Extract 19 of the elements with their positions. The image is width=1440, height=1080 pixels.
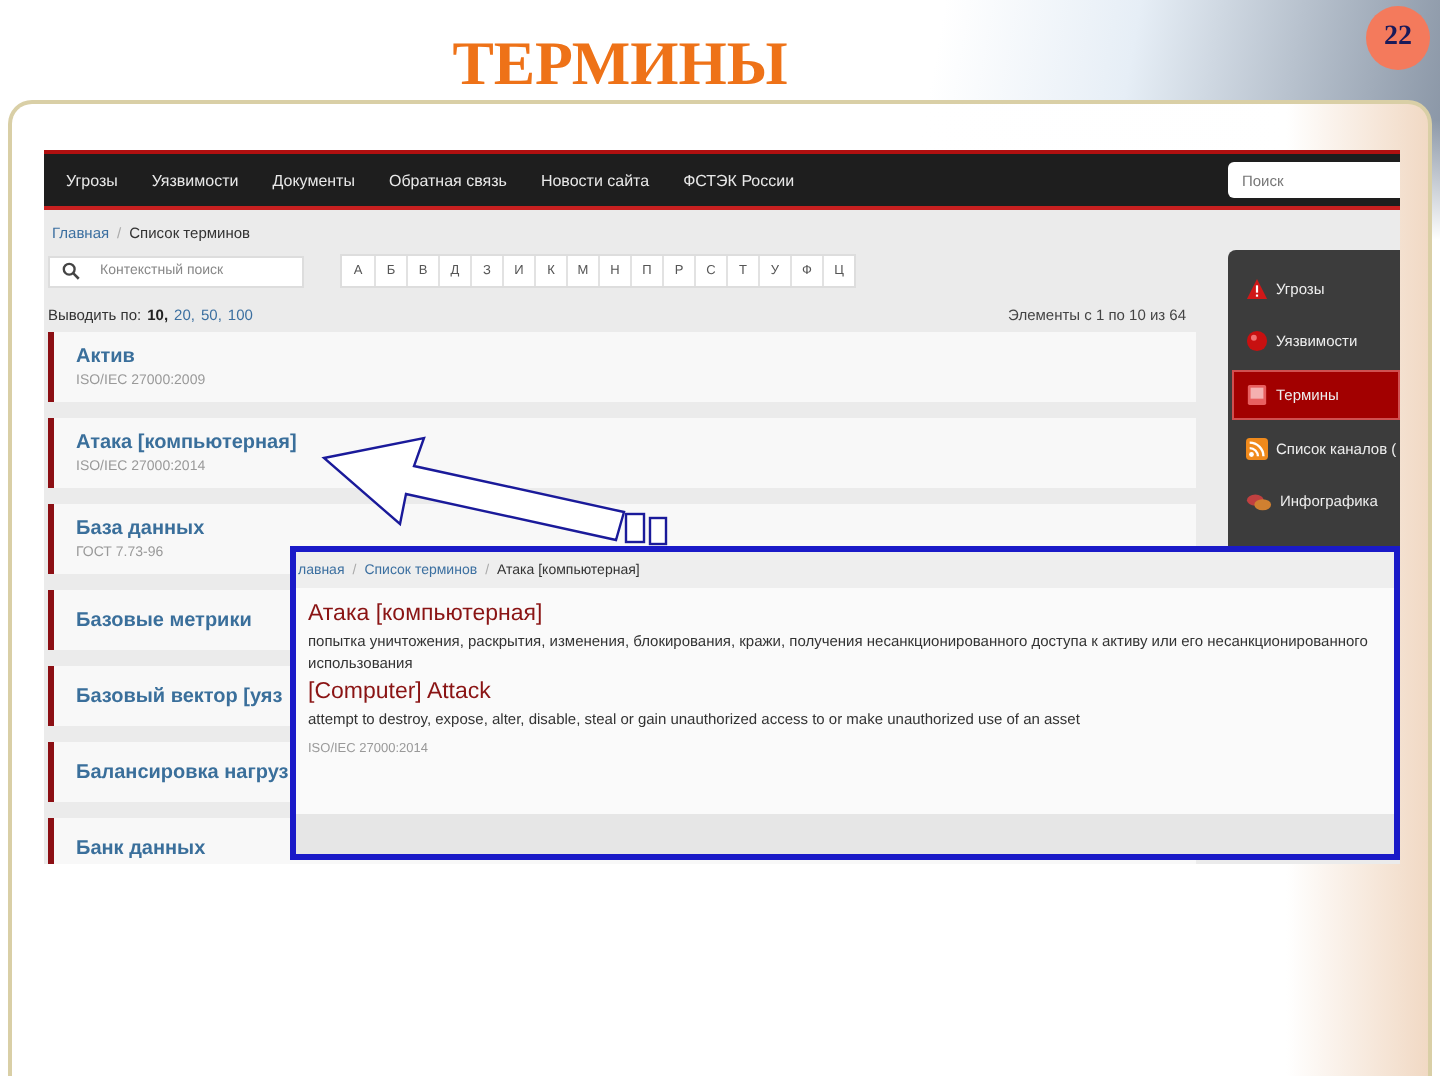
term-title: Атака [компьютерная] <box>308 602 545 626</box>
term-link[interactable]: Актив <box>76 346 1196 368</box>
nav-link[interactable]: Документы <box>272 171 355 189</box>
term-link[interactable]: База данных <box>76 518 1196 540</box>
term-title: [Computer] Attack <box>308 680 493 704</box>
nav-link[interactable]: ФСТЭК России <box>683 171 795 189</box>
term-link[interactable]: Атака [компьютерная] <box>76 432 1196 454</box>
nav-link[interactable]: Уязвимости <box>151 171 239 189</box>
nav-link[interactable]: Обратная связь <box>388 171 507 189</box>
ball-icon <box>1246 330 1268 352</box>
rss-icon <box>1246 438 1268 460</box>
warning-icon <box>1246 278 1268 300</box>
nav-link[interactable]: Угрозы <box>66 171 118 189</box>
slide-title: ТЕРМИНЫ <box>452 28 788 100</box>
book-icon <box>1246 384 1268 406</box>
pills-icon <box>1246 491 1272 511</box>
search-icon <box>62 262 80 280</box>
page-number: 22 <box>1366 6 1430 70</box>
nav-link[interactable]: Новости сайта <box>540 171 650 189</box>
